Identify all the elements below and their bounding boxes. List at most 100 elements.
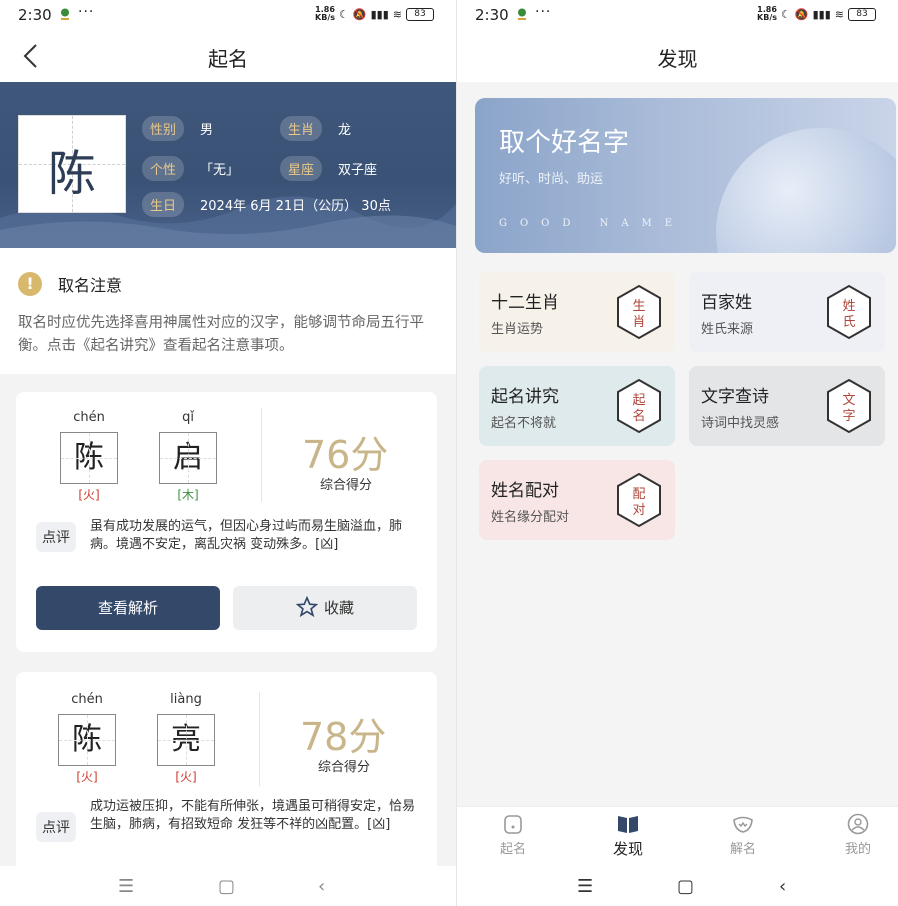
feature-subtitle: 诗词中找灵感 [701, 416, 780, 431]
name-char-1: chén 陈 [火] [60, 410, 118, 503]
pinyin: liàng [170, 692, 202, 707]
nav-bar: 发现 [457, 30, 898, 82]
name-card[interactable]: chén 陈 [火] qǐ 启 [木] 76分 综合得分 点评 虽有成功发展的运… [16, 392, 437, 652]
status-time: 2:30 [475, 6, 509, 24]
constellation-tag: 星座 [280, 156, 323, 181]
favorite-label: 收藏 [323, 599, 354, 617]
char-box: 启 [159, 432, 217, 484]
poetry-seal-icon: 文字 [827, 378, 871, 434]
tab-interpret[interactable]: 解名 [703, 813, 783, 857]
favorite-button[interactable]: 收藏 [233, 586, 417, 630]
svg-text:起: 起 [632, 393, 645, 408]
naming-notice: ! 取名注意 取名时应优先选择喜用神属性对应的汉字，能够调节命局五行平衡。点击《… [0, 248, 456, 374]
system-nav-bar: ☰ ▢ ‹ [0, 866, 456, 906]
mask-icon [733, 816, 753, 833]
surname-box: 陈 [18, 115, 126, 213]
home-icon[interactable]: ▢ [677, 876, 694, 897]
personality-tag: 个性 [142, 156, 185, 181]
menu-icon[interactable]: ☰ [577, 876, 593, 897]
battery-icon: 83 [406, 7, 434, 21]
zodiac-tag: 生肖 [280, 116, 323, 141]
signal-icon: ▮▮▮ [812, 7, 831, 21]
notice-text[interactable]: 取名时应优先选择喜用神属性对应的汉字，能够调节命局五行平衡。点击《起名讲究》查看… [18, 312, 438, 358]
network-speed: 1.86 KB/s [315, 5, 336, 22]
name-card[interactable]: chén 陈 [火] liàng 亮 [火] 78分 综合得分 点评 成功运被压… [16, 672, 437, 872]
bottom-tab-bar: 起名 发现 解名 我的 [457, 806, 898, 866]
warning-icon: ! [18, 272, 42, 296]
status-more-dots: ··· [535, 4, 552, 20]
notice-title: 取名注意 [58, 276, 123, 295]
gender-value: 男 [200, 123, 214, 138]
card-divider [259, 692, 260, 786]
feature-poetry[interactable]: 文字查诗 诗词中找灵感 文字 [689, 366, 885, 446]
birthday-tag: 生日 [142, 192, 185, 217]
sphere-decoration [716, 128, 896, 253]
feature-title: 文字查诗 [701, 387, 769, 407]
char-box: 陈 [60, 432, 118, 484]
feature-subtitle: 姓名缘分配对 [491, 510, 570, 525]
tab-discover[interactable]: 发现 [588, 813, 668, 859]
tab-profile[interactable]: 我的 [818, 813, 898, 857]
svg-text:对: 对 [632, 503, 645, 518]
location-icon [61, 8, 69, 20]
svg-text:字: 字 [842, 409, 855, 424]
feature-subtitle: 生肖运势 [491, 322, 544, 337]
left-screen: 2:30 ··· 1.86 KB/s ☾ 🔕 ▮▮▮ ≋ 83 起名 陈 性别 男… [0, 0, 456, 906]
status-time: 2:30 [18, 6, 52, 24]
review-badge: 点评 [36, 812, 76, 842]
surname-seal-icon: 姓氏 [827, 284, 871, 340]
birthday-value: 2024年 6月 21日（公历） 30点 [200, 199, 391, 214]
wuxing-label: [火] [78, 488, 100, 502]
char-box: 陈 [58, 714, 116, 766]
view-analysis-button[interactable]: 查看解析 [36, 586, 220, 630]
moon-icon: ☾ [781, 7, 791, 21]
back-nav-icon[interactable]: ‹ [318, 876, 325, 897]
svg-text:姓: 姓 [842, 299, 855, 314]
home-icon[interactable]: ▢ [218, 876, 235, 897]
status-bar: 2:30 ··· 1.86 KB/s ☾ 🔕 ▮▮▮ ≋ 83 [0, 0, 456, 30]
constellation-row: 星座 双子座 [280, 156, 377, 181]
score-label: 综合得分 [318, 760, 371, 775]
svg-text:肖: 肖 [632, 315, 645, 330]
mute-icon: 🔕 [794, 7, 809, 21]
feature-surnames[interactable]: 百家姓 姓氏来源 姓氏 [689, 272, 885, 352]
menu-icon[interactable]: ☰ [118, 876, 134, 897]
svg-text:文: 文 [842, 393, 855, 408]
surname-char: 陈 [47, 146, 96, 202]
gender-tag: 性别 [142, 116, 185, 141]
name-char-2: qǐ 启 [木] [159, 410, 217, 503]
status-more-dots: ··· [78, 4, 95, 20]
feature-title: 姓名配对 [491, 481, 559, 501]
zodiac-row: 生肖 龙 [280, 116, 351, 141]
star-icon [295, 595, 319, 618]
feature-title: 起名讲究 [491, 387, 559, 407]
hero-title: 取个好名字 [499, 128, 630, 158]
wuxing-label: [木] [177, 488, 199, 502]
status-icons: 1.86 KB/s ☾ 🔕 ▮▮▮ ≋ 83 [757, 6, 876, 22]
feature-zodiac[interactable]: 十二生肖 生肖运势 生肖 [479, 272, 675, 352]
wuxing-label: [火] [175, 770, 197, 784]
hero-banner[interactable]: 取个好名字 好听、时尚、助运 GOOD NAME [475, 98, 896, 253]
personality-value: 「无」 [200, 163, 240, 178]
svg-text:配: 配 [632, 487, 645, 502]
wifi-icon: ≋ [834, 7, 844, 21]
svg-text:名: 名 [632, 408, 645, 424]
profile-banner: 陈 性别 男 生肖 龙 个性 「无」 星座 双子座 生日 2024年 6月 21… [0, 82, 456, 248]
feature-subtitle: 起名不将就 [491, 416, 557, 431]
signal-icon: ▮▮▮ [370, 7, 389, 21]
personality-row: 个性 「无」 [142, 156, 239, 181]
feature-naming-rules[interactable]: 起名讲究 起名不将就 起名 [479, 366, 675, 446]
feature-subtitle: 姓氏来源 [701, 322, 754, 337]
battery-icon: 83 [848, 7, 876, 21]
wifi-icon: ≋ [392, 7, 402, 21]
tab-naming[interactable]: 起名 [473, 813, 553, 857]
pinyin: qǐ [182, 410, 194, 425]
network-speed: 1.86 KB/s [757, 5, 778, 22]
feature-name-match[interactable]: 姓名配对 姓名缘分配对 配对 [479, 460, 675, 540]
score-label: 综合得分 [320, 478, 373, 493]
feature-title: 十二生肖 [491, 293, 559, 313]
name-char-2: liàng 亮 [火] [157, 692, 215, 785]
page-title: 发现 [657, 47, 698, 71]
back-nav-icon[interactable]: ‹ [779, 876, 786, 897]
review-badge: 点评 [36, 522, 76, 552]
